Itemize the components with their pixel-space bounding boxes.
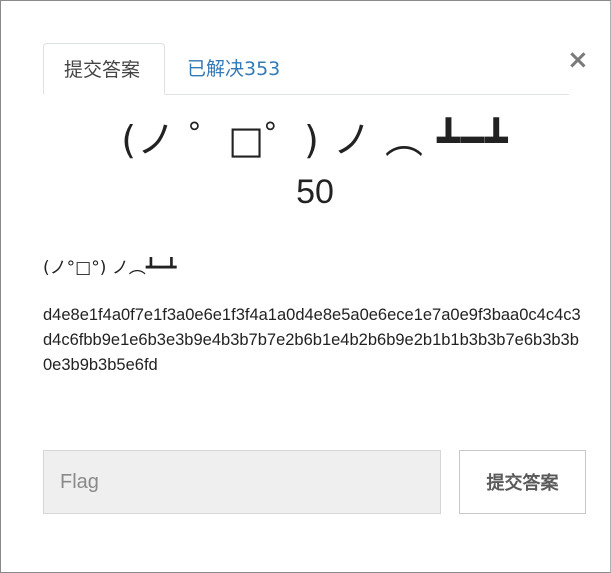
challenge-points: 50 [296, 173, 334, 211]
description-hash: d4e8e1f4a0f7e1f3a0e6e1f3f4a1a0d4e8e5a0e6… [43, 306, 581, 374]
challenge-modal: 提交答案 已解决353 × (ノ ゜□゜) ノ ︵ ┻━┻ 50 (ノ°□°) … [0, 0, 611, 573]
close-icon[interactable]: × [567, 47, 589, 73]
submit-flag-button[interactable]: 提交答案 [459, 450, 586, 514]
tab-submit-answer[interactable]: 提交答案 [43, 43, 165, 95]
challenge-title: (ノ ゜□゜) ノ ︵ ┻━┻ [121, 118, 509, 162]
description-title: (ノ°□°) ノ︵┻━┻ [43, 258, 177, 278]
flag-input[interactable] [43, 450, 441, 514]
tab-bar: 提交答案 已解决353 [43, 43, 569, 95]
tab-solves[interactable]: 已解决353 [167, 43, 300, 94]
